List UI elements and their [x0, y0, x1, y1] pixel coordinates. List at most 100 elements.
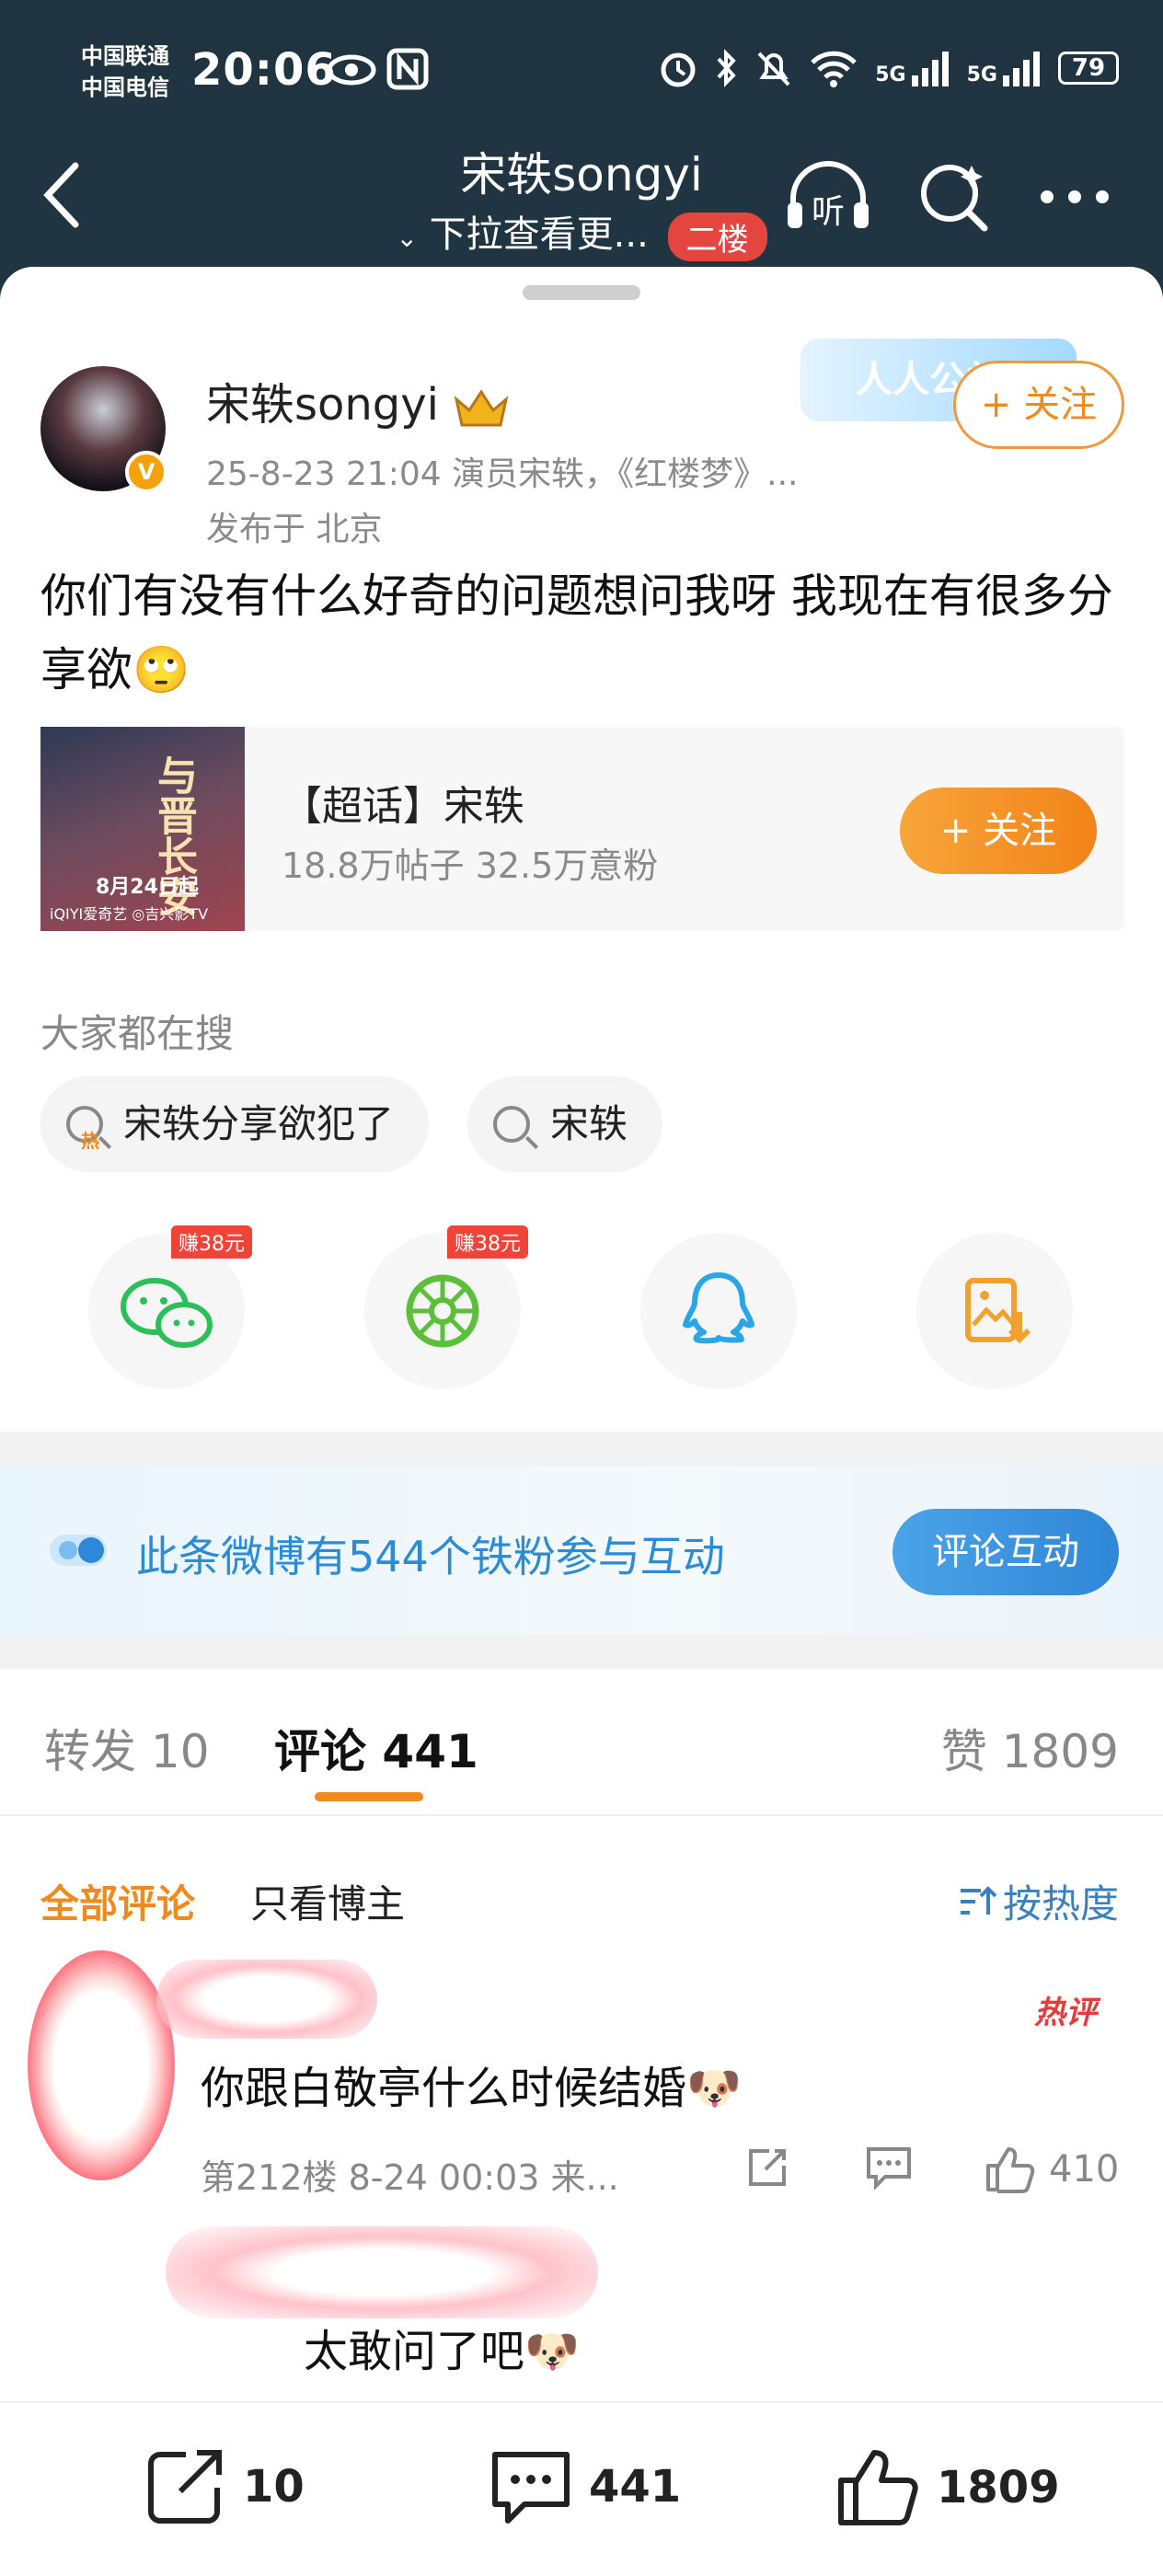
hot-icon: 热	[81, 1130, 99, 1152]
bottom-repost-count: 10	[243, 2461, 305, 2513]
thumbs-up-icon	[986, 2147, 1035, 2193]
author-name-text: 宋轶songyi	[206, 379, 440, 431]
redacted-avatar	[28, 1950, 175, 2180]
search-chip[interactable]: 宋轶	[467, 1076, 663, 1172]
eye-icon	[326, 52, 377, 88]
super-topic-stats: 18.8万帖子 32.5万意粉	[282, 845, 659, 886]
poster-date: 8月24日起	[96, 876, 199, 899]
tab-repost-count: 10	[150, 1725, 210, 1778]
hot-comment-badge: 热评	[1034, 1995, 1097, 2031]
carrier-2: 中国电信	[81, 75, 169, 100]
filter-author-only[interactable]: 只看博主	[250, 1873, 405, 1929]
sort-label: 按热度	[1002, 1881, 1119, 1926]
reply-text: 太敢问了吧🐶	[304, 2326, 580, 2377]
post-content: 你们有没有什么好奇的问题想问我呀 我现在有很多分享欲🙄	[40, 569, 1113, 696]
drag-handle[interactable]	[523, 285, 640, 300]
super-topic-cover: 与晋长安 8月24日起 iQIYI爱奇艺 ◎吉兴影TV	[40, 727, 245, 931]
filter-all-comments[interactable]: 全部评论	[40, 1873, 195, 1929]
reward-badge: 赚38元	[171, 1225, 252, 1259]
wifi-icon	[811, 51, 858, 87]
search-sparkle-icon	[921, 165, 988, 232]
comment-interact-button[interactable]: 评论互动	[892, 1509, 1119, 1595]
share-icon	[749, 2149, 786, 2186]
chevron-down-icon: ⌄	[396, 223, 418, 253]
reward-badge: 赚38元	[447, 1225, 528, 1259]
tab-repost[interactable]: 转发 10	[44, 1715, 210, 1781]
toggle-icon	[48, 1533, 109, 1568]
tab-comment-label: 评论	[274, 1725, 366, 1778]
floor-badge[interactable]: 二楼	[667, 212, 767, 261]
tab-like-label: 赞	[940, 1725, 987, 1778]
sort-icon	[960, 1885, 997, 1915]
comment-text: 你跟白敬亭什么时候结婚🐶	[201, 2063, 742, 2114]
bottom-comment-button[interactable]: 441	[489, 2447, 681, 2526]
section-separator	[0, 1432, 1163, 1466]
comment-icon	[492, 2452, 570, 2524]
save-image-button[interactable]	[916, 1233, 1073, 1389]
alarm-icon	[661, 52, 696, 87]
status-icons: 5G 5G 79	[658, 48, 1119, 88]
bottom-bar-divider	[0, 2401, 1163, 2403]
status-time: 20:06	[191, 44, 337, 96]
nfc-icon	[386, 48, 429, 90]
search-chip-hot[interactable]: 热 宋轶分享欲犯了	[40, 1076, 430, 1172]
thumbs-up-icon	[838, 2450, 918, 2525]
tab-indicator	[315, 1792, 423, 1801]
super-topic-title: 【超话】宋轶	[282, 783, 524, 830]
screen: { "status_bar": { "carrier1": "中国联通", "c…	[0, 0, 1163, 2576]
bottom-repost-button[interactable]: 10	[144, 2447, 305, 2526]
share-qq-button[interactable]	[640, 1233, 797, 1389]
bluetooth-icon	[717, 49, 736, 87]
listen-label: 听	[812, 193, 845, 231]
search-icon	[493, 1106, 530, 1143]
poster-footer: iQIYI爱奇艺 ◎吉兴影TV	[50, 905, 209, 923]
tabs-divider	[0, 1814, 1163, 1816]
bottom-like-button[interactable]: 1809	[835, 2447, 1060, 2528]
redacted-reply-user	[166, 2226, 598, 2318]
battery-indicator: 79	[1058, 52, 1119, 85]
fan-interaction-text: 此条微博有544个铁粉参与互动	[136, 1532, 725, 1581]
search-button[interactable]	[916, 158, 992, 234]
bottom-like-count: 1809	[937, 2462, 1060, 2513]
chip-label: 宋轶分享欲犯了	[123, 1101, 395, 1146]
verified-badge-icon: V	[125, 451, 167, 493]
headphone-icon: 听	[788, 161, 869, 231]
listen-button[interactable]: 听	[782, 155, 874, 237]
tab-repost-label: 转发	[44, 1725, 136, 1778]
post-location: 发布于 北京	[206, 511, 383, 548]
comment-reply-button[interactable]	[865, 2145, 913, 2190]
carrier-1: 中国联通	[81, 43, 169, 69]
follow-topic-button[interactable]: + 关注	[900, 788, 1097, 874]
qq-penguin-icon	[683, 1272, 754, 1344]
chip-label: 宋轶	[550, 1101, 628, 1146]
more-dots-icon	[1041, 190, 1109, 203]
author-name[interactable]: 宋轶songyi	[206, 368, 510, 432]
comment-share-button[interactable]	[743, 2145, 791, 2190]
signal-bars-icon	[911, 52, 949, 86]
share-wechat-button[interactable]: 赚38元	[88, 1225, 252, 1389]
crown-icon	[453, 386, 510, 429]
comment-meta: 第212楼 8-24 00:03 来...	[201, 2157, 619, 2198]
repost-icon	[148, 2450, 222, 2524]
comment-icon	[867, 2147, 911, 2190]
share-moments-button[interactable]: 赚38元	[364, 1225, 528, 1389]
tab-comments[interactable]: 评论 441	[274, 1715, 478, 1781]
signal-2: 5G	[967, 50, 1042, 86]
section-separator	[0, 1634, 1163, 1669]
post-meta: 25-8-23 21:04 演员宋轶，《红楼梦》...	[206, 455, 799, 493]
signal-1: 5G	[875, 50, 950, 86]
more-button[interactable]	[1038, 188, 1111, 206]
mute-icon	[757, 52, 790, 86]
tab-likes[interactable]: 赞 1809	[941, 1715, 1119, 1781]
network-type-1: 5G	[875, 63, 906, 86]
carrier-label: 中国联通 中国电信	[81, 40, 169, 103]
comment-like-button[interactable]: 410	[985, 2145, 1119, 2193]
trending-search-title: 大家都在搜	[40, 1011, 235, 1056]
tab-like-count: 1809	[1001, 1725, 1119, 1778]
image-download-icon	[965, 1278, 1031, 1344]
follow-author-button[interactable]: + 关注	[953, 361, 1124, 449]
sort-by-hot[interactable]: 按热度	[957, 1873, 1119, 1929]
network-type-2: 5G	[966, 63, 997, 86]
tab-comment-count: 441	[382, 1725, 478, 1778]
nav-subtitle-text: 下拉查看更...	[429, 213, 649, 256]
